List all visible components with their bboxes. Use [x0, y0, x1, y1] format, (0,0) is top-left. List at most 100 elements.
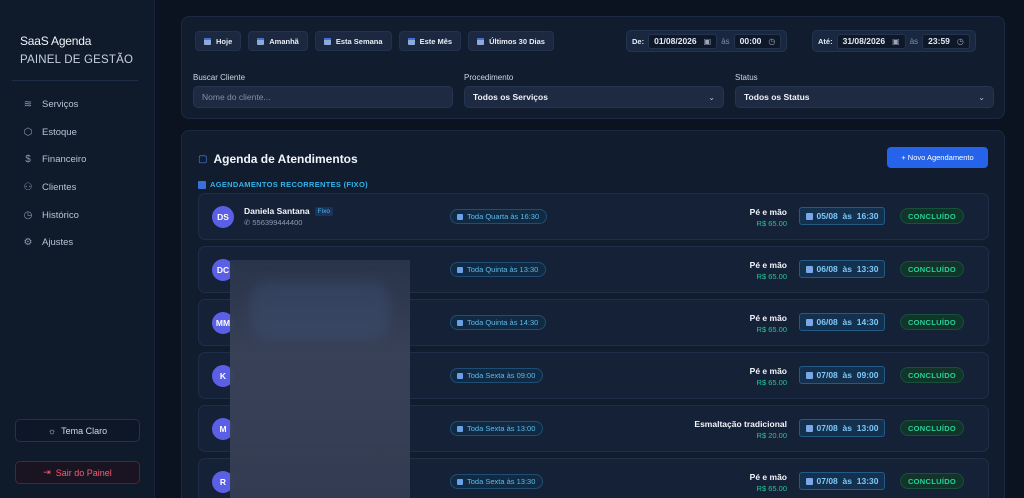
sidebar-item-ajustes[interactable]: ⚙ Ajustes [22, 229, 86, 257]
procedure-info: Pé e mão R$ 65.00 [750, 313, 787, 334]
appointment-row[interactable]: DS Daniela Santana Fixo ✆ 556399444400 To… [198, 193, 989, 240]
at-label: às [842, 211, 852, 221]
calendar-icon [198, 180, 206, 189]
sidebar-item-estoque[interactable]: ⬡ Estoque [22, 119, 86, 147]
calendar-icon [805, 265, 813, 273]
recurrence-badge: Toda Sexta às 13:00 [450, 421, 544, 436]
procedure-info: Esmaltação tradicional R$ 20.00 [694, 419, 787, 440]
appointment-date: 06/08 [816, 317, 838, 327]
calendar-icon [457, 425, 463, 432]
client-search-input[interactable]: Nome do cliente... [193, 86, 453, 108]
new-appointment-button[interactable]: + Novo Agendamento [887, 147, 988, 168]
sidebar-scrollbar[interactable] [155, 0, 161, 498]
procedure-name: Pé e mão [749, 260, 787, 270]
chevron-down-icon: ⌄ [978, 92, 985, 102]
logout-label: Sair do Painel [55, 467, 112, 478]
clock-icon: ◷ [23, 209, 33, 221]
recurrence-text: Toda Sexta às 13:30 [467, 477, 536, 486]
logout-button[interactable]: ⇥ Sair do Painel [15, 461, 140, 484]
filter-label: Este Mês [419, 36, 453, 46]
status-badge: CONCLUÍDO [900, 367, 964, 383]
recurrence-text: Toda Quinta às 14:30 [467, 318, 539, 327]
calendar-icon [805, 318, 813, 326]
status-badge: CONCLUÍDO [900, 208, 964, 224]
procedure-name: Pé e mão [749, 472, 787, 482]
calendar-icon [457, 266, 463, 273]
to-label: Até: [818, 36, 833, 46]
procedure-info: Pé e mão R$ 65.00 [750, 260, 787, 281]
clock-icon: ◷ [768, 36, 776, 46]
filter-this-month-button[interactable]: Este Mês [398, 31, 462, 51]
calendar-icon [457, 478, 463, 485]
filter-last-30-days-button[interactable]: Últimos 30 Dias [468, 31, 554, 51]
sidebar-item-servicos[interactable]: ≋ Serviços [22, 91, 86, 119]
calendar-icon [407, 37, 415, 45]
date-to-range: Até: 31/08/2026 ▣ às 23:59 ◷ [812, 30, 976, 52]
procedure-price: R$ 65.00 [756, 325, 787, 334]
fixed-badge: Fixo [314, 206, 333, 216]
at-label: às [909, 36, 919, 46]
procedure-price: R$ 20.00 [756, 431, 787, 440]
client-search-placeholder: Nome do cliente... [202, 92, 271, 102]
at-label: às [842, 264, 852, 274]
to-time-input[interactable]: 23:59 ◷ [922, 33, 970, 49]
gear-icon: ⚙ [23, 237, 33, 249]
procedure-select[interactable]: Todos os Serviços ⌄ [464, 86, 724, 108]
to-date-value: 31/08/2026 [842, 36, 886, 46]
calendar-icon [457, 213, 463, 220]
sidebar-item-historico[interactable]: ◷ Histórico [22, 201, 86, 229]
calendar-icon [323, 37, 331, 45]
from-label: De: [632, 36, 645, 46]
filter-tomorrow-button[interactable]: Amanhã [248, 31, 308, 51]
procedure-name: Pé e mão [749, 207, 787, 217]
brand: SaaS Agenda PAINEL DE GESTÃO [20, 34, 133, 66]
filter-today-button[interactable]: Hoje [195, 31, 242, 51]
status-badge: CONCLUÍDO [900, 314, 964, 330]
procedure-value: Todos os Serviços [473, 92, 548, 102]
at-label: às [842, 476, 852, 486]
recurring-section-label: AGENDAMENTOS RECORRENTES (FIXO) [210, 180, 368, 189]
dollar-icon: $ [25, 154, 31, 166]
recurring-section-title: AGENDAMENTOS RECORRENTES (FIXO) [198, 180, 368, 189]
from-time-input[interactable]: 00:00 ◷ [733, 33, 782, 49]
from-date-input[interactable]: 01/08/2026 ▣ [648, 33, 718, 49]
status-badge: CONCLUÍDO [900, 473, 964, 489]
appointment-date: 07/08 [816, 423, 838, 433]
sidebar-item-clientes[interactable]: ⚇ Clientes [22, 174, 86, 202]
appointment-time: 13:30 [856, 264, 879, 274]
calendar-icon: ▣ [892, 36, 900, 46]
procedure-info: Pé e mão R$ 65.00 [750, 472, 787, 493]
privacy-blur-overlay [230, 260, 410, 498]
client-phone: ✆ 556399444400 [244, 218, 303, 227]
appointment-date: 07/08 [816, 476, 838, 486]
appointment-datetime: 06/08 às 13:30 [799, 260, 885, 278]
appointment-date: 06/08 [816, 264, 838, 274]
sidebar: SaaS Agenda PAINEL DE GESTÃO ≋ Serviços ⬡… [0, 0, 155, 498]
at-label: às [842, 317, 852, 327]
calendar-icon [204, 37, 211, 45]
sidebar-item-financeiro[interactable]: $ Financeiro [22, 146, 86, 174]
appointment-time: 13:00 [856, 423, 879, 433]
recurrence-badge: Toda Quinta às 13:30 [450, 262, 547, 277]
calendar-icon: ▣ [703, 36, 712, 46]
client-info: Daniela Santana Fixo ✆ 556399444400 [244, 206, 333, 227]
appointment-time: 14:30 [856, 317, 879, 327]
agenda-title: ▢ Agenda de Atendimentos [198, 152, 358, 166]
client-search-label: Buscar Cliente [193, 73, 246, 82]
recurrence-text: Toda Quinta às 13:30 [467, 265, 539, 274]
brand-name: SaaS Agenda [20, 34, 92, 48]
theme-toggle-button[interactable]: ☼ Tema Claro [15, 419, 140, 442]
status-label: Status [735, 73, 758, 82]
procedure-price: R$ 65.00 [756, 272, 787, 281]
to-date-input[interactable]: 31/08/2026 ▣ [836, 33, 906, 49]
sidebar-item-label: Estoque [42, 126, 77, 138]
filter-this-week-button[interactable]: Esta Semana [314, 31, 392, 51]
status-select[interactable]: Todos os Status ⌄ [735, 86, 994, 108]
status-value: Todos os Status [744, 92, 810, 102]
chevron-down-icon: ⌄ [708, 92, 715, 102]
box-icon: ⬡ [23, 126, 33, 138]
theme-label: Tema Claro [61, 425, 108, 436]
appointment-time: 13:30 [856, 476, 879, 486]
appointment-datetime: 07/08 às 13:30 [799, 472, 885, 490]
date-from-range: De: 01/08/2026 ▣ às 00:00 ◷ [626, 30, 788, 52]
